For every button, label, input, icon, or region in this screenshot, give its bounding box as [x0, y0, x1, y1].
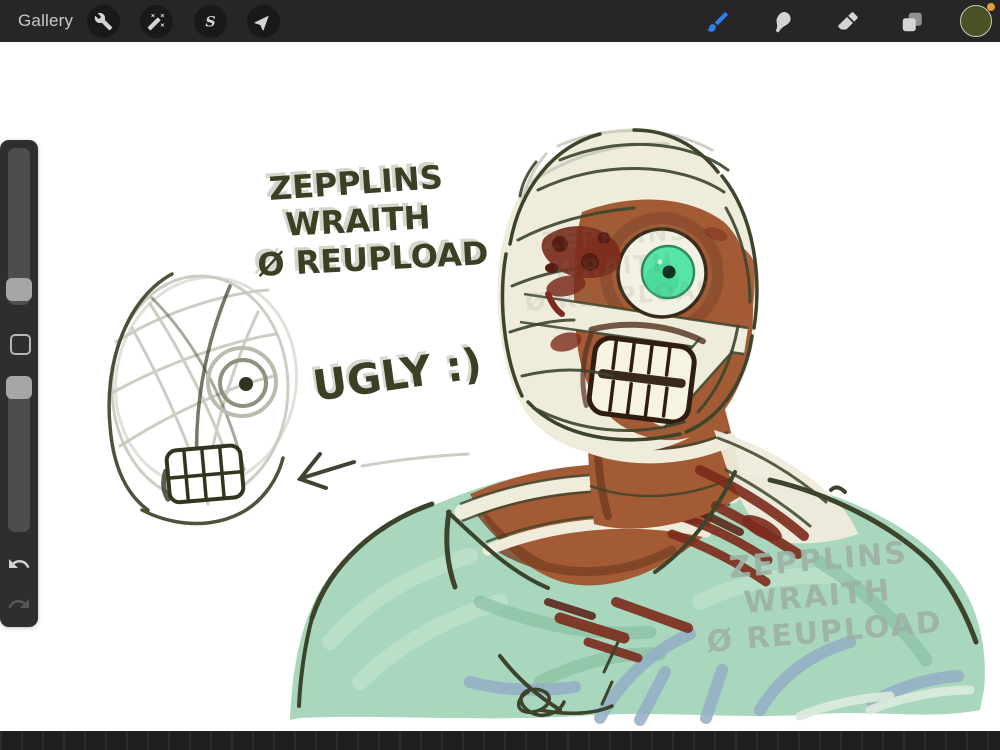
smudge-icon [775, 11, 791, 33]
svg-text:UGLY :): UGLY :) [310, 338, 485, 410]
gallery-button[interactable]: Gallery [18, 0, 73, 42]
smudge-tool-button[interactable] [769, 8, 796, 35]
brush-size-slider-handle[interactable] [6, 278, 32, 301]
brush-controls-sidebar [0, 140, 38, 627]
wrench-icon [94, 12, 113, 30]
erase-tool-button[interactable] [834, 8, 861, 35]
magic-wand-icon [147, 13, 165, 30]
svg-text:S: S [205, 14, 215, 30]
svg-text:WRAITH: WRAITH [284, 198, 431, 244]
modify-button[interactable] [10, 334, 31, 355]
layers-button[interactable] [898, 8, 925, 35]
redo-icon [8, 599, 29, 608]
redo-button[interactable] [7, 592, 31, 616]
eraser-icon [837, 11, 858, 29]
bottom-bar [0, 731, 1000, 750]
undo-button[interactable] [7, 552, 31, 576]
color-swatch-button[interactable] [959, 3, 995, 39]
paint-tool-button[interactable] [704, 8, 731, 35]
layers-icon [902, 12, 922, 31]
canvas[interactable]: ZEPPLINS WRAITH Ø REUPLOAD ZEPPLINS WRAI… [0, 42, 1000, 731]
top-toolbar: Gallery S [0, 0, 1000, 42]
actions-button[interactable] [87, 4, 120, 38]
title-annotation: ZEPPLINS WRAITH Ø REUPLOAD ZEPPLINS WRAI… [252, 155, 489, 284]
brush-icon [706, 11, 728, 32]
brush-opacity-slider-track[interactable] [8, 378, 30, 532]
undo-icon [9, 559, 30, 568]
artwork-drawing: ZEPPLINS WRAITH Ø REUPLOAD ZEPPLINS WRAI… [107, 128, 985, 726]
brush-opacity-slider-handle[interactable] [6, 376, 32, 399]
adjustments-button[interactable] [140, 4, 173, 38]
transform-arrow-icon [254, 15, 269, 30]
transform-button[interactable] [247, 4, 280, 38]
color-change-badge [987, 3, 995, 11]
caption-annotation: UGLY :) UGLY :) [307, 335, 485, 410]
pointer-arrow [296, 452, 356, 490]
selection-button[interactable]: S [194, 4, 227, 38]
selection-s-icon: S [205, 14, 215, 30]
sketch-teeth [161, 443, 246, 505]
